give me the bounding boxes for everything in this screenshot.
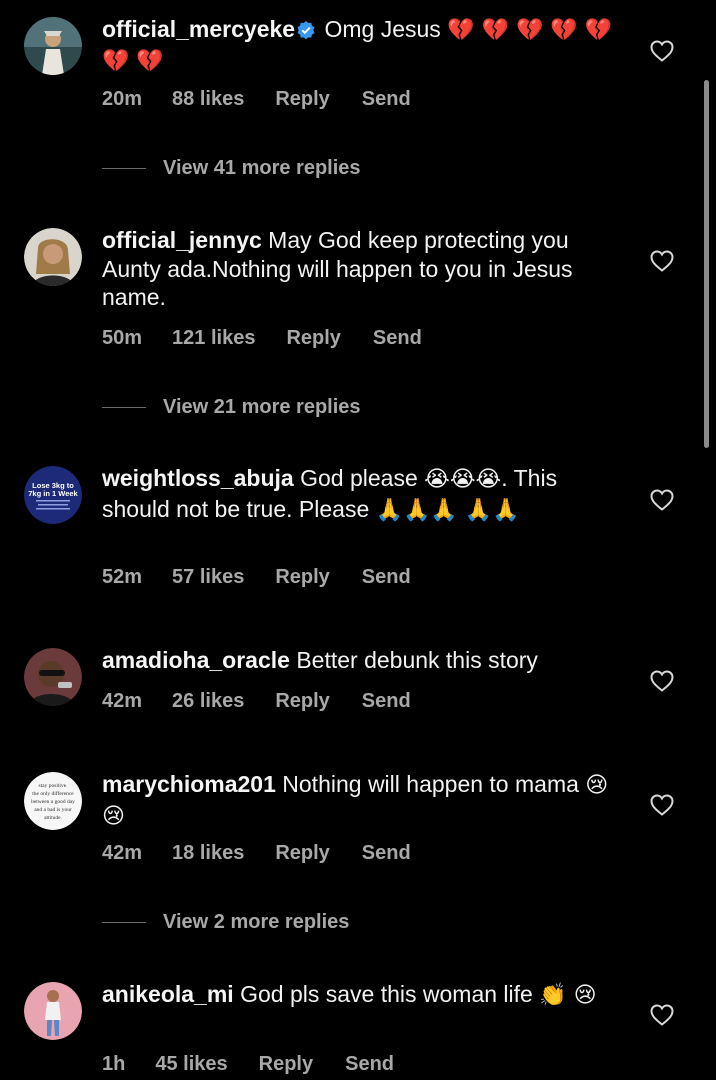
- verified-badge-icon: [297, 21, 315, 40]
- likes-count[interactable]: 88 likes: [172, 88, 244, 111]
- avatar-image: [24, 648, 82, 706]
- comment-meta: 42m 18 likes Reply Send: [102, 842, 411, 865]
- comment-meta: 50m 121 likes Reply Send: [102, 327, 422, 350]
- comment-body: God please: [300, 465, 418, 491]
- like-heart-icon[interactable]: [650, 40, 674, 62]
- avatar[interactable]: stay positive. the only difference betwe…: [24, 772, 82, 830]
- comment-text: amadioha_oracle Better debunk this story: [102, 646, 622, 675]
- reply-button[interactable]: Reply: [259, 1053, 313, 1076]
- crying-emojis: 😭😭😭: [424, 467, 502, 492]
- avatar-text: attitude.: [44, 815, 62, 821]
- avatar-image: stay positive. the only difference betwe…: [24, 772, 82, 830]
- send-button[interactable]: Send: [362, 690, 411, 713]
- timestamp: 1h: [102, 1053, 126, 1075]
- send-button[interactable]: Send: [373, 327, 422, 350]
- praying-hands-emojis: 🙏🙏🙏 🙏🙏: [375, 497, 520, 523]
- like-heart-icon[interactable]: [650, 489, 674, 511]
- likes-count[interactable]: 18 likes: [172, 842, 244, 865]
- like-heart-icon[interactable]: [650, 250, 674, 272]
- avatar-text: the only difference: [32, 790, 74, 797]
- comment-text: anikeola_mi God pls save this woman life…: [102, 980, 622, 1011]
- replies-divider: [102, 922, 146, 924]
- view-more-replies[interactable]: View 41 more replies: [102, 157, 361, 180]
- username[interactable]: weightloss_abuja: [102, 465, 294, 491]
- view-more-replies[interactable]: View 2 more replies: [102, 911, 349, 934]
- view-more-replies-label[interactable]: View 2 more replies: [163, 911, 349, 933]
- avatar-image: [24, 17, 82, 75]
- avatar[interactable]: [24, 228, 82, 286]
- reply-button[interactable]: Reply: [286, 327, 340, 350]
- comment-text: official_mercyeke Omg Jesus 💔 💔 💔 💔 💔 💔 …: [102, 15, 622, 76]
- username[interactable]: anikeola_mi: [102, 981, 234, 1007]
- send-button[interactable]: Send: [362, 566, 411, 589]
- comment-body: God pls save this woman life: [240, 981, 533, 1007]
- avatar-image: Lose 3kg to 7kg in 1 Week: [24, 466, 82, 524]
- avatar[interactable]: [24, 17, 82, 75]
- likes-count[interactable]: 45 likes: [155, 1053, 227, 1076]
- clapping-crying-emojis: 👏 😢: [539, 983, 597, 1008]
- send-button[interactable]: Send: [362, 88, 411, 111]
- comment-meta: 20m 88 likes Reply Send: [102, 88, 411, 111]
- username[interactable]: official_mercyeke: [102, 16, 295, 42]
- like-heart-icon[interactable]: [650, 670, 674, 692]
- reply-button[interactable]: Reply: [275, 690, 329, 713]
- replies-divider: [102, 407, 146, 409]
- reply-button[interactable]: Reply: [275, 566, 329, 589]
- like-heart-icon[interactable]: [650, 794, 674, 816]
- comment-text: weightloss_abuja God please 😭😭😭. This sh…: [102, 464, 622, 525]
- timestamp: 42m: [102, 690, 143, 712]
- view-more-replies[interactable]: View 21 more replies: [102, 396, 361, 419]
- scrollbar[interactable]: [704, 80, 709, 448]
- comment-meta: 1h 45 likes Reply Send: [102, 1053, 394, 1076]
- avatar[interactable]: [24, 982, 82, 1040]
- avatar-image: [24, 228, 82, 286]
- comment-text: marychioma201 Nothing will happen to mam…: [102, 770, 622, 831]
- comment-body: Nothing will happen to mama: [282, 771, 579, 797]
- username[interactable]: official_jennyc: [102, 227, 262, 253]
- comment-meta: 52m 57 likes Reply Send: [102, 566, 411, 589]
- view-more-replies-label[interactable]: View 21 more replies: [163, 396, 361, 418]
- likes-count[interactable]: 121 likes: [172, 327, 255, 350]
- timestamp: 42m: [102, 842, 143, 864]
- reply-button[interactable]: Reply: [275, 88, 329, 111]
- comment-text: official_jennyc May God keep protecting …: [102, 226, 622, 312]
- timestamp: 50m: [102, 327, 143, 349]
- send-button[interactable]: Send: [362, 842, 411, 865]
- avatar-text: stay positive.: [38, 783, 68, 789]
- replies-divider: [102, 168, 146, 170]
- like-heart-icon[interactable]: [650, 1004, 674, 1026]
- avatar[interactable]: Lose 3kg to 7kg in 1 Week: [24, 466, 82, 524]
- timestamp: 20m: [102, 88, 143, 110]
- view-more-replies-label[interactable]: View 41 more replies: [163, 157, 361, 179]
- avatar[interactable]: [24, 648, 82, 706]
- avatar-text: 7kg in 1 Week: [28, 489, 78, 498]
- reply-button[interactable]: Reply: [275, 842, 329, 865]
- send-button[interactable]: Send: [345, 1053, 394, 1076]
- username[interactable]: amadioha_oracle: [102, 647, 290, 673]
- avatar-text: and a bad is your: [34, 807, 72, 813]
- likes-count[interactable]: 26 likes: [172, 690, 244, 713]
- likes-count[interactable]: 57 likes: [172, 566, 244, 589]
- comment-body: Omg Jesus: [324, 16, 441, 42]
- username[interactable]: marychioma201: [102, 771, 276, 797]
- timestamp: 52m: [102, 566, 143, 588]
- comment-body: Better debunk this story: [296, 647, 538, 673]
- avatar-text: between a good day: [31, 799, 75, 805]
- avatar-image: [24, 982, 82, 1040]
- comment-meta: 42m 26 likes Reply Send: [102, 690, 411, 713]
